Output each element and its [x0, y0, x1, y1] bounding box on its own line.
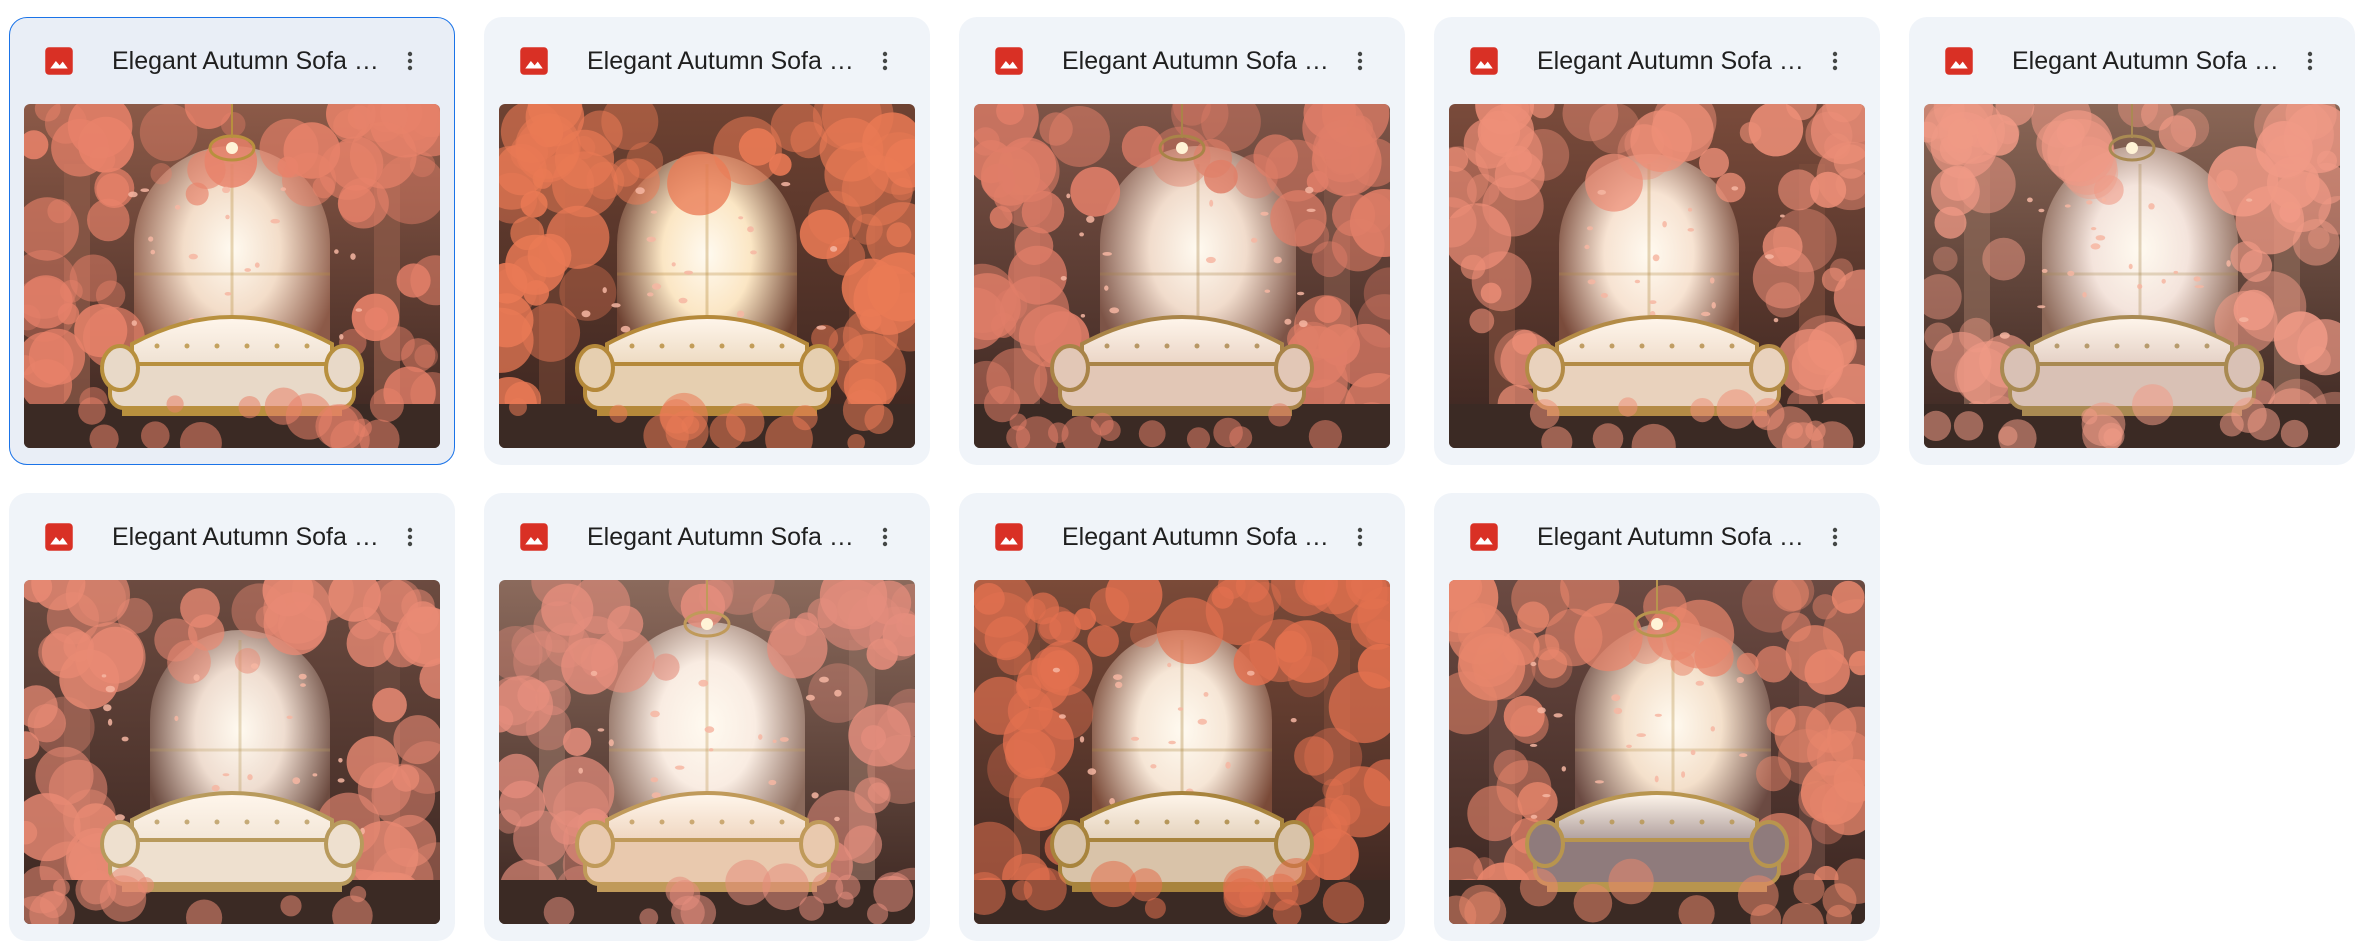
more-vert-icon — [407, 51, 413, 71]
file-card-header: Elegant Autumn Sofa Backdrops 8.jpg — [960, 494, 1404, 580]
file-card[interactable]: Elegant Autumn Sofa Backdrops 2.jpg — [484, 17, 930, 465]
more-vert-icon — [1832, 51, 1838, 71]
file-name: Elegant Autumn Sofa Backdrops 6.jpg — [112, 523, 382, 551]
file-thumbnail[interactable] — [1924, 104, 2340, 448]
image-file-icon — [994, 46, 1024, 76]
file-card[interactable]: Elegant Autumn Sofa Backdrops 5.jpg — [1909, 17, 2355, 465]
file-thumbnail[interactable] — [499, 104, 915, 448]
file-thumbnail[interactable] — [974, 580, 1390, 924]
more-actions-button[interactable] — [1815, 41, 1855, 81]
more-vert-icon — [882, 51, 888, 71]
image-file-icon — [44, 46, 74, 76]
more-actions-button[interactable] — [2290, 41, 2330, 81]
file-name: Elegant Autumn Sofa Backdrops 2.jpg — [587, 47, 857, 75]
file-card-header: Elegant Autumn Sofa Backdrops 6.jpg — [10, 494, 454, 580]
image-file-icon — [1469, 46, 1499, 76]
file-card[interactable]: Elegant Autumn Sofa Backdrops 3.jpg — [959, 17, 1405, 465]
file-card[interactable]: Elegant Autumn Sofa Backdrops 9.jpg — [1434, 493, 1880, 941]
more-vert-icon — [2307, 51, 2313, 71]
file-name: Elegant Autumn Sofa Backdrops 7.jpg — [587, 523, 857, 551]
file-name: Elegant Autumn Sofa Backdrops 3.jpg — [1062, 47, 1332, 75]
file-thumbnail[interactable] — [1449, 580, 1865, 924]
file-card[interactable]: Elegant Autumn Sofa Backdrops 6.jpg — [9, 493, 455, 941]
more-vert-icon — [1357, 527, 1363, 547]
file-card-header: Elegant Autumn Sofa Backdrops 3.jpg — [960, 18, 1404, 104]
file-name: Elegant Autumn Sofa Backdrops 4.jpg — [1537, 47, 1807, 75]
file-card[interactable]: Elegant Autumn Sofa Backdrops 8.jpg — [959, 493, 1405, 941]
file-thumbnail[interactable] — [24, 580, 440, 924]
file-card-header: Elegant Autumn Sofa Backdrops 2.jpg — [485, 18, 929, 104]
more-vert-icon — [407, 527, 413, 547]
image-file-icon — [519, 46, 549, 76]
file-name: Elegant Autumn Sofa Backdrops 8.jpg — [1062, 523, 1332, 551]
image-file-icon — [1944, 46, 1974, 76]
more-actions-button[interactable] — [1815, 517, 1855, 557]
file-thumbnail[interactable] — [24, 104, 440, 448]
more-vert-icon — [882, 527, 888, 547]
file-name: Elegant Autumn Sofa Backdrops 9.jpg — [1537, 523, 1807, 551]
file-card-header: Elegant Autumn Sofa Backdrops 9.jpg — [1435, 494, 1879, 580]
file-thumbnail[interactable] — [974, 104, 1390, 448]
image-file-icon — [994, 522, 1024, 552]
file-card-header: Elegant Autumn Sofa Backdrops 1.jpg — [10, 18, 454, 104]
more-actions-button[interactable] — [390, 517, 430, 557]
more-actions-button[interactable] — [865, 41, 905, 81]
image-file-icon — [519, 522, 549, 552]
file-card-header: Elegant Autumn Sofa Backdrops 7.jpg — [485, 494, 929, 580]
file-name: Elegant Autumn Sofa Backdrops 1.jpg — [112, 47, 382, 75]
image-file-icon — [44, 522, 74, 552]
file-thumbnail[interactable] — [499, 580, 915, 924]
file-card[interactable]: Elegant Autumn Sofa Backdrops 1.jpg — [9, 17, 455, 465]
image-file-icon — [1469, 522, 1499, 552]
more-vert-icon — [1832, 527, 1838, 547]
file-grid: Elegant Autumn Sofa Backdrops 1.jpg Elega… — [9, 17, 2355, 941]
more-actions-button[interactable] — [390, 41, 430, 81]
more-actions-button[interactable] — [1340, 41, 1380, 81]
file-card[interactable]: Elegant Autumn Sofa Backdrops 4.jpg — [1434, 17, 1880, 465]
more-actions-button[interactable] — [1340, 517, 1380, 557]
file-card[interactable]: Elegant Autumn Sofa Backdrops 7.jpg — [484, 493, 930, 941]
file-card-header: Elegant Autumn Sofa Backdrops 4.jpg — [1435, 18, 1879, 104]
more-actions-button[interactable] — [865, 517, 905, 557]
file-thumbnail[interactable] — [1449, 104, 1865, 448]
file-name: Elegant Autumn Sofa Backdrops 5.jpg — [2012, 47, 2282, 75]
file-card-header: Elegant Autumn Sofa Backdrops 5.jpg — [1910, 18, 2354, 104]
more-vert-icon — [1357, 51, 1363, 71]
